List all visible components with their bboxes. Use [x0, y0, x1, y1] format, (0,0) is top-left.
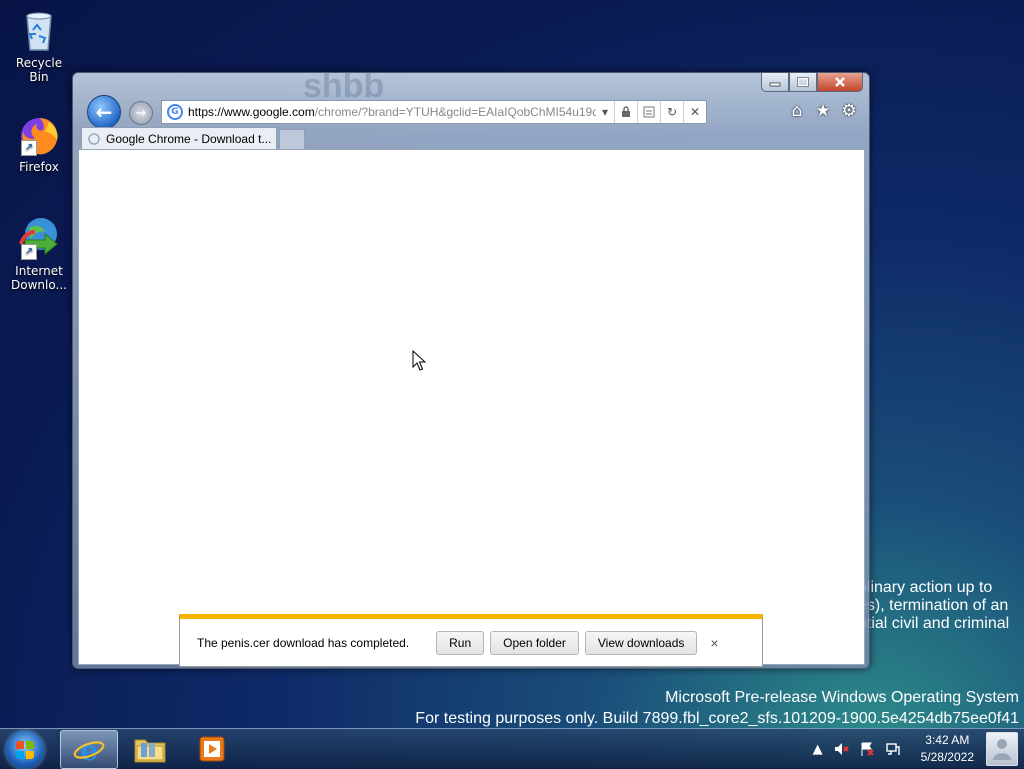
refresh-icon[interactable]: ↻ [660, 101, 683, 123]
favorites-star-icon[interactable]: ★ [813, 101, 833, 121]
desktop-icon-firefox[interactable]: ↗ Firefox [6, 110, 72, 174]
shortcut-arrow-icon: ↗ [21, 244, 37, 260]
legal-line-1: plinary action up to [858, 579, 993, 596]
windows-watermark-line1: Microsoft Pre-release Windows Operating … [665, 689, 1019, 706]
url-path: /chrome/?brand=YTUH&gclid=EAIaIQobChMI54… [314, 105, 596, 119]
stop-icon[interactable]: ✕ [683, 101, 706, 123]
taskbar-media-player-button[interactable] [184, 730, 240, 767]
tab-google-chrome-download[interactable]: Google Chrome - Download t... [81, 127, 277, 150]
back-arrow-icon: ← [95, 100, 113, 124]
taskbar: e ▲ 3:42 AM 5/28/2022 [0, 728, 1024, 769]
svg-text:e: e [80, 734, 98, 766]
page-content-area[interactable]: The penis.cer download has completed. Ru… [78, 149, 865, 667]
network-icon[interactable] [885, 741, 901, 757]
internet-download-manager-icon: ↗ [15, 214, 63, 262]
close-button[interactable] [817, 73, 863, 92]
windows-logo-icon [16, 741, 34, 759]
taskbar-internet-explorer-button[interactable]: e [60, 730, 118, 769]
internet-explorer-icon: e [73, 734, 105, 766]
media-player-icon [199, 736, 225, 761]
action-center-flag-icon[interactable] [859, 741, 875, 757]
close-icon [835, 77, 845, 87]
firefox-icon: ↗ [15, 110, 63, 158]
tab-label: Google Chrome - Download t... [106, 132, 272, 146]
google-favicon-icon: G [167, 104, 183, 120]
recycle-bin-icon [15, 6, 63, 54]
minimize-icon [769, 82, 781, 87]
window-caption-buttons [761, 73, 863, 92]
desktop-icon-label: Firefox [19, 160, 59, 174]
maximize-button[interactable] [789, 73, 817, 92]
forward-button[interactable]: → [129, 101, 153, 125]
desktop-icon-internet-download-manager[interactable]: ↗ Internet Downlo... [6, 214, 72, 292]
legal-line-3: ntial civil and criminal [858, 615, 1010, 632]
maximize-icon [797, 77, 809, 87]
view-downloads-button[interactable]: View downloads [584, 630, 698, 655]
browser-window: shbb ← → G https://www.google.com/chrome… [72, 67, 870, 669]
lock-icon[interactable] [614, 101, 637, 123]
address-url[interactable]: https://www.google.com/chrome/?brand=YTU… [188, 105, 596, 119]
windows-watermark-line2: For testing purposes only. Build 7899.fb… [415, 710, 1019, 727]
background-legal-text: plinary action up to es), termination of… [858, 579, 1009, 633]
home-icon[interactable]: ⌂ [787, 101, 807, 121]
taskbar-file-explorer-button[interactable] [122, 730, 178, 767]
address-dropdown-icon[interactable]: ▾ [596, 101, 614, 123]
download-notification-bar: The penis.cer download has completed. Ru… [179, 614, 763, 667]
back-button[interactable]: ← [87, 95, 121, 129]
open-folder-button[interactable]: Open folder [490, 630, 579, 655]
shortcut-arrow-icon: ↗ [21, 140, 37, 156]
desktop-icon-label-line2: Downlo... [11, 278, 67, 292]
minimize-button[interactable] [761, 73, 789, 92]
run-button[interactable]: Run [436, 630, 485, 655]
user-tile-icon [986, 732, 1018, 766]
address-bar[interactable]: G https://www.google.com/chrome/?brand=Y… [161, 100, 707, 124]
legal-line-2: es), termination of an [858, 597, 1009, 614]
compatibility-view-icon[interactable] [637, 101, 660, 123]
system-tray: ▲ 3:42 AM 5/28/2022 [813, 729, 974, 769]
url-host: https://www.google.com [188, 105, 315, 119]
desktop-icon-label: Recycle Bin [15, 56, 63, 84]
desktop-icon-recycle-bin[interactable]: Recycle Bin [6, 6, 72, 84]
start-button[interactable] [6, 731, 44, 769]
forward-arrow-icon: → [135, 105, 147, 121]
folder-icon [134, 739, 166, 762]
browser-right-tools: ⌂ ★ ⚙ [787, 101, 859, 121]
download-message: The penis.cer download has completed. [197, 635, 410, 650]
clock-date: 5/28/2022 [920, 750, 974, 764]
mouse-cursor-icon [412, 350, 426, 371]
loading-tab-icon [88, 133, 100, 145]
show-desktop-button[interactable] [980, 729, 1024, 769]
volume-muted-icon[interactable] [833, 741, 849, 757]
settings-gear-icon[interactable]: ⚙ [839, 101, 859, 121]
desktop-icon-label-line1: Internet [15, 264, 63, 278]
download-bar-close-icon[interactable]: × [710, 635, 718, 651]
taskbar-clock[interactable]: 3:42 AM 5/28/2022 [921, 732, 974, 766]
clock-time: 3:42 AM [925, 733, 970, 747]
show-hidden-icons-arrow-icon[interactable]: ▲ [813, 742, 823, 757]
new-tab-button[interactable] [279, 129, 305, 151]
